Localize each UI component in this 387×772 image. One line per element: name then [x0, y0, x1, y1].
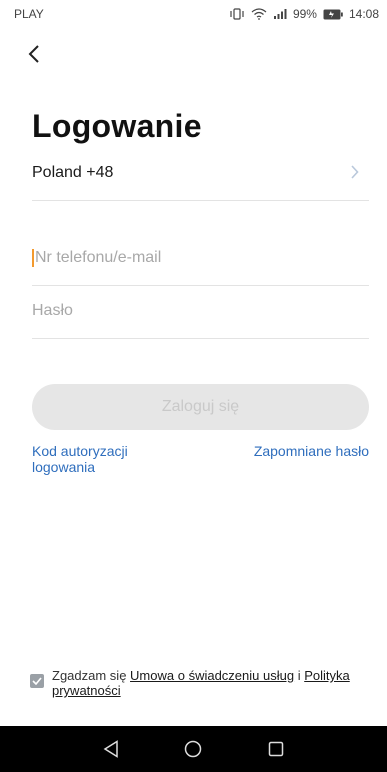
- password-input[interactable]: [32, 301, 369, 320]
- clock: 14:08: [348, 7, 379, 21]
- consent-prefix: Zgadzam się: [52, 668, 131, 683]
- consent-joiner: i: [294, 668, 305, 683]
- phone-email-row: [32, 230, 369, 286]
- battery-icon: [323, 9, 343, 20]
- login-button[interactable]: Zaloguj się: [32, 384, 369, 430]
- system-nav-bar: [0, 726, 387, 772]
- forgot-password-link[interactable]: Zapomniane hasło: [254, 443, 369, 459]
- chevron-left-icon: [28, 45, 39, 63]
- back-triangle-icon: [103, 740, 118, 758]
- country-label: Poland +48: [32, 163, 114, 181]
- status-icons: 99% 14:08: [229, 7, 379, 21]
- chevron-right-icon: [350, 163, 359, 183]
- nav-home-button[interactable]: [173, 729, 213, 769]
- carrier-label: PLAY: [14, 7, 44, 21]
- auth-code-login-link[interactable]: Kod autoryzacji logowania: [32, 443, 162, 475]
- home-circle-icon: [185, 740, 202, 758]
- consent-text: Zgadzam się Umowa o świadczeniu usług i …: [52, 668, 375, 698]
- country-selector[interactable]: Poland +48: [32, 145, 369, 201]
- consent-checkbox[interactable]: [30, 674, 44, 688]
- signal-icon: [273, 8, 287, 20]
- wifi-icon: [251, 8, 267, 20]
- status-bar: PLAY 99% 14:08: [0, 0, 387, 28]
- phone-email-input[interactable]: [32, 248, 369, 267]
- recents-square-icon: [268, 741, 284, 757]
- consent-row: Zgadzam się Umowa o świadczeniu usług i …: [30, 668, 375, 698]
- checkmark-icon: [32, 677, 42, 685]
- nav-recents-button[interactable]: [256, 729, 296, 769]
- vibrate-icon: [229, 8, 245, 20]
- battery-percent: 99%: [292, 7, 317, 21]
- terms-link[interactable]: Umowa o świadczeniu usług: [130, 668, 294, 683]
- page-title: Logowanie: [32, 108, 202, 144]
- password-row: [32, 283, 369, 339]
- nav-back-button[interactable]: [91, 729, 131, 769]
- back-button[interactable]: [20, 40, 48, 68]
